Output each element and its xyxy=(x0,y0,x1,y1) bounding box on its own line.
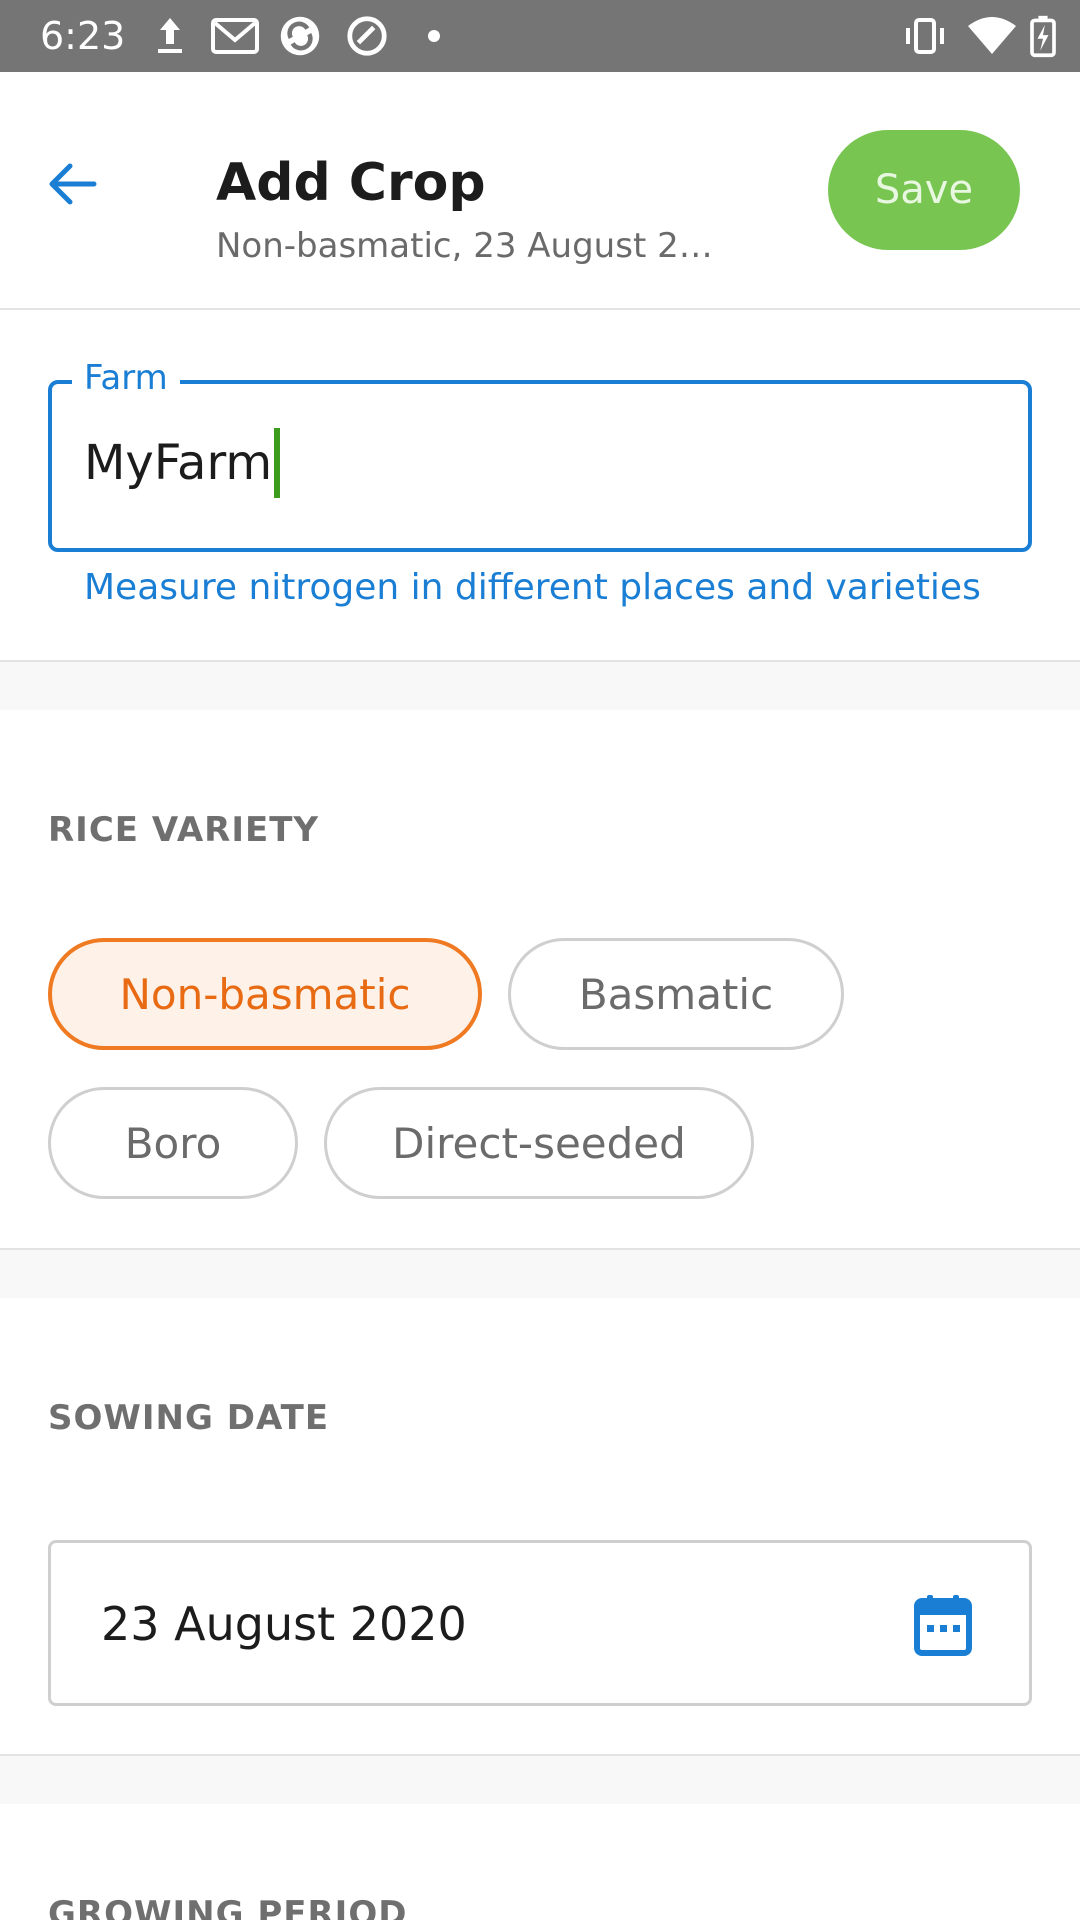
chip-label: Basmatic xyxy=(578,969,774,1019)
page-title: Add Crop xyxy=(216,153,486,213)
vibrate-icon xyxy=(906,18,944,54)
section-divider xyxy=(0,1754,1080,1804)
wifi-icon xyxy=(968,17,1016,54)
back-button[interactable] xyxy=(36,148,108,220)
variety-chip-direct-seeded[interactable]: Direct-seeded xyxy=(324,1087,754,1199)
dot-icon xyxy=(428,30,440,42)
farm-input-value[interactable]: MyFarm xyxy=(84,428,281,498)
sowing-date-field[interactable]: 23 August 2020 xyxy=(48,1540,1032,1706)
farm-input[interactable]: MyFarm xyxy=(48,380,1032,552)
arrow-back-icon xyxy=(49,163,97,205)
battery-charging-icon xyxy=(1030,15,1056,58)
app-header: Add Crop Non-basmatic, 23 August 2… Save xyxy=(0,72,1080,310)
farm-helper-text: Measure nitrogen in different places and… xyxy=(84,567,981,608)
chip-label: Non-basmatic xyxy=(119,969,411,1019)
upload-icon xyxy=(158,18,182,53)
section-divider xyxy=(0,1248,1080,1298)
page-subtitle: Non-basmatic, 23 August 2… xyxy=(216,226,713,266)
sowing-date-value: 23 August 2020 xyxy=(101,1597,467,1651)
growing-period-heading: GROWING PERIOD xyxy=(48,1894,408,1920)
status-bar: 6:23 xyxy=(0,0,1080,72)
farm-input-label: Farm xyxy=(72,356,180,400)
save-button[interactable]: Save xyxy=(828,130,1020,250)
sync-app-icon xyxy=(280,16,320,56)
variety-chip-boro[interactable]: Boro xyxy=(48,1087,298,1199)
variety-chip-non-basmatic[interactable]: Non-basmatic xyxy=(48,938,482,1050)
app-icon xyxy=(347,16,387,56)
section-divider xyxy=(0,660,1080,710)
status-time: 6:23 xyxy=(40,14,126,58)
text-cursor xyxy=(274,428,281,498)
chip-label: Direct-seeded xyxy=(392,1118,686,1168)
farm-input-text: MyFarm xyxy=(84,435,273,491)
rice-variety-heading: RICE VARIETY xyxy=(48,810,320,850)
gmail-icon xyxy=(211,18,259,54)
farm-section: MyFarm Farm Measure nitrogen in differen… xyxy=(0,312,1080,660)
chip-label: Boro xyxy=(124,1118,222,1168)
variety-chip-basmatic[interactable]: Basmatic xyxy=(508,938,844,1050)
calendar-icon[interactable] xyxy=(913,1593,973,1657)
sowing-date-heading: SOWING DATE xyxy=(48,1398,330,1438)
